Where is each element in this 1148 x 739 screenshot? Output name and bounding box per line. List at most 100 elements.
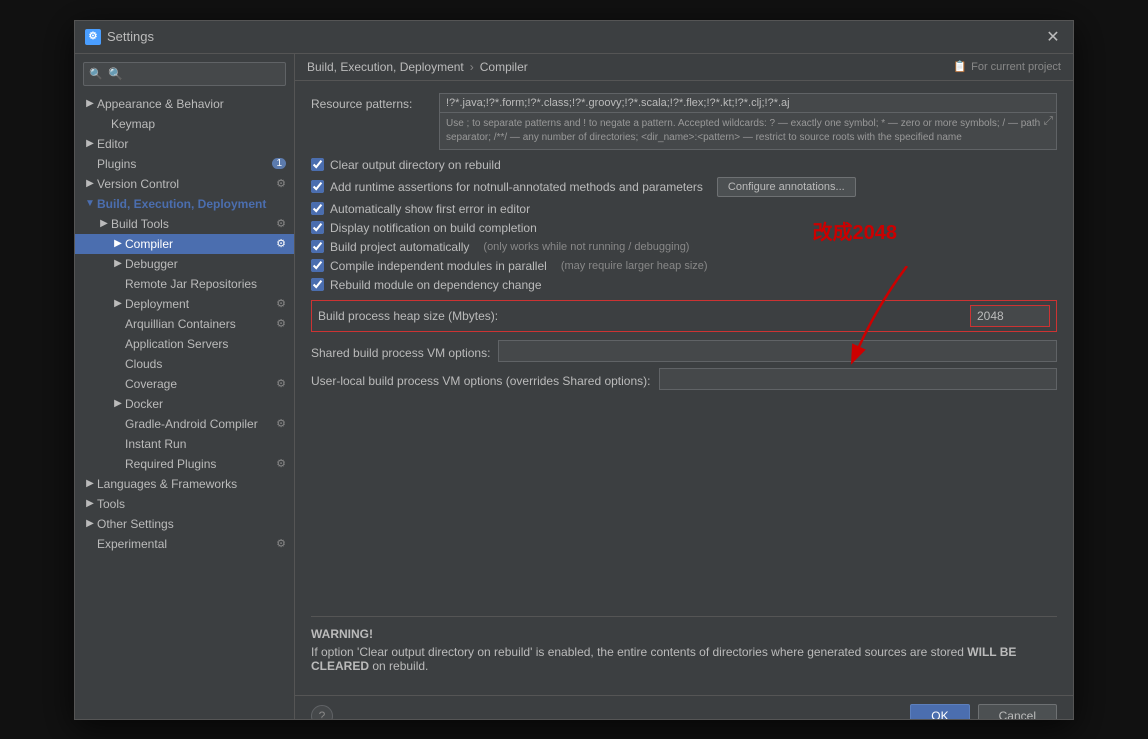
- checkbox-build-auto-input[interactable]: [311, 240, 324, 253]
- expand-arrow-app-servers: [111, 337, 125, 351]
- sidebar: 🔍 ▶ Appearance & Behavior Keymap ▶ Edito…: [75, 54, 295, 719]
- sidebar-item-app-servers[interactable]: Application Servers: [75, 334, 294, 354]
- sidebar-item-editor[interactable]: ▶ Editor: [75, 134, 294, 154]
- checkbox-add-runtime-input[interactable]: [311, 180, 324, 193]
- breadcrumb-separator: ›: [470, 60, 474, 74]
- expand-arrow-tools: ▶: [83, 497, 97, 511]
- annotation-area: 改成2048: [311, 396, 1057, 456]
- resource-patterns-label: Resource patterns:: [311, 93, 431, 111]
- sidebar-item-keymap[interactable]: Keymap: [75, 114, 294, 134]
- sidebar-item-coverage[interactable]: Coverage ⚙: [75, 374, 294, 394]
- sidebar-item-label: Required Plugins: [125, 457, 216, 471]
- resource-patterns-input[interactable]: [439, 93, 1057, 113]
- settings-icon: ⚙: [85, 29, 101, 45]
- search-icon: 🔍: [89, 67, 103, 80]
- expand-arrow-build-tools: ▶: [97, 217, 111, 231]
- sidebar-item-other-settings[interactable]: ▶ Other Settings: [75, 514, 294, 534]
- sidebar-item-docker[interactable]: ▶ Docker: [75, 394, 294, 414]
- warning-title: WARNING!: [311, 627, 1057, 641]
- heap-size-input[interactable]: [970, 305, 1050, 327]
- warning-bold: WILL BE CLEARED: [311, 645, 1016, 673]
- sidebar-item-deployment[interactable]: ▶ Deployment ⚙: [75, 294, 294, 314]
- checkbox-parallel-input[interactable]: [311, 259, 324, 272]
- settings-icon-vc: ⚙: [276, 177, 286, 190]
- checkbox-clear-output: Clear output directory on rebuild: [311, 158, 1057, 172]
- expand-arrow-appearance: ▶: [83, 97, 97, 111]
- sidebar-item-compiler[interactable]: ▶ Compiler ⚙: [75, 234, 294, 254]
- sidebar-item-clouds[interactable]: Clouds: [75, 354, 294, 374]
- checkbox-clear-output-input[interactable]: [311, 158, 324, 171]
- checkbox-clear-output-label: Clear output directory on rebuild: [330, 158, 501, 172]
- dialog-titlebar: ⚙ Settings ✕: [75, 21, 1073, 54]
- settings-content: Resource patterns: ⤢ Use ; to separate p…: [295, 81, 1073, 695]
- sidebar-item-build-execution[interactable]: ▼ Build, Execution, Deployment: [75, 194, 294, 214]
- checkbox-auto-show: Automatically show first error in editor: [311, 202, 1057, 216]
- sidebar-item-build-tools[interactable]: ▶ Build Tools ⚙: [75, 214, 294, 234]
- configure-annotations-button[interactable]: Configure annotations...: [717, 177, 856, 197]
- sidebar-item-remote-jar[interactable]: Remote Jar Repositories: [75, 274, 294, 294]
- user-vm-row: User-local build process VM options (ove…: [311, 368, 1057, 390]
- checkbox-auto-show-input[interactable]: [311, 202, 324, 215]
- warning-text: If option 'Clear output directory on reb…: [311, 645, 1057, 673]
- checkbox-build-auto-hint: (only works while not running / debuggin…: [483, 241, 689, 253]
- close-button[interactable]: ✕: [1043, 27, 1063, 47]
- checkbox-rebuild-dep-input[interactable]: [311, 278, 324, 291]
- expand-icon[interactable]: ⤢: [1043, 114, 1053, 129]
- settings-icon-gradle: ⚙: [276, 417, 286, 430]
- checkbox-rebuild-dep: Rebuild module on dependency change: [311, 278, 1057, 292]
- shared-vm-input[interactable]: [498, 340, 1057, 362]
- sidebar-item-instant-run[interactable]: Instant Run: [75, 434, 294, 454]
- sidebar-item-required-plugins[interactable]: Required Plugins ⚙: [75, 454, 294, 474]
- sidebar-item-version-control[interactable]: ▶ Version Control ⚙: [75, 174, 294, 194]
- checkbox-add-runtime: Add runtime assertions for notnull-annot…: [311, 177, 1057, 197]
- checkbox-parallel: Compile independent modules in parallel …: [311, 259, 1057, 273]
- settings-area: Resource patterns: ⤢ Use ; to separate p…: [295, 81, 1073, 695]
- sidebar-item-plugins[interactable]: Plugins 1: [75, 154, 294, 174]
- sidebar-item-tools[interactable]: ▶ Tools: [75, 494, 294, 514]
- settings-icon-experimental: ⚙: [276, 537, 286, 550]
- sidebar-item-label: Appearance & Behavior: [97, 97, 224, 111]
- sidebar-item-label: Experimental: [97, 537, 167, 551]
- sidebar-item-experimental[interactable]: Experimental ⚙: [75, 534, 294, 554]
- settings-icon-coverage: ⚙: [276, 377, 286, 390]
- sidebar-item-label: Version Control: [97, 177, 179, 191]
- expand-arrow-plugins: [83, 157, 97, 171]
- settings-icon-build-tools: ⚙: [276, 217, 286, 230]
- search-input[interactable]: [83, 62, 286, 86]
- project-icon: 📋: [953, 60, 967, 73]
- help-button[interactable]: ?: [311, 705, 333, 719]
- checkbox-notification-label: Display notification on build completion: [330, 221, 537, 235]
- resource-patterns-help: Use ; to separate patterns and ! to nega…: [439, 113, 1057, 150]
- dialog-backdrop: ⚙ Settings ✕ 🔍 ▶ Appearance & Behavior K: [0, 0, 1148, 739]
- settings-icon-deployment: ⚙: [276, 297, 286, 310]
- sidebar-item-label: Plugins: [97, 157, 136, 171]
- sidebar-item-label: Instant Run: [125, 437, 186, 451]
- expand-arrow-clouds: [111, 357, 125, 371]
- expand-arrow-arquillian: [111, 317, 125, 331]
- sidebar-item-appearance[interactable]: ▶ Appearance & Behavior: [75, 94, 294, 114]
- dialog-footer: ? OK Cancel: [295, 695, 1073, 719]
- sidebar-item-label: Deployment: [125, 297, 189, 311]
- sidebar-item-label: Application Servers: [125, 337, 228, 351]
- search-box[interactable]: 🔍: [83, 62, 286, 86]
- checkbox-notification-input[interactable]: [311, 221, 324, 234]
- sidebar-item-arquillian[interactable]: Arquillian Containers ⚙: [75, 314, 294, 334]
- shared-vm-label: Shared build process VM options:: [311, 342, 490, 360]
- sidebar-item-languages[interactable]: ▶ Languages & Frameworks: [75, 474, 294, 494]
- sidebar-item-gradle-android[interactable]: Gradle-Android Compiler ⚙: [75, 414, 294, 434]
- sidebar-item-debugger[interactable]: ▶ Debugger: [75, 254, 294, 274]
- dialog-title: Settings: [107, 29, 1043, 44]
- user-vm-input[interactable]: [659, 368, 1058, 390]
- settings-icon-required: ⚙: [276, 457, 286, 470]
- expand-arrow-build: ▼: [83, 197, 97, 211]
- annotation-text: 改成2048: [813, 216, 898, 245]
- checkbox-parallel-label: Compile independent modules in parallel: [330, 259, 547, 273]
- expand-arrow-required: [111, 457, 125, 471]
- breadcrumb-part1: Build, Execution, Deployment: [307, 60, 464, 74]
- ok-button[interactable]: OK: [910, 704, 969, 719]
- expand-arrow-gradle: [111, 417, 125, 431]
- breadcrumb-bar: Build, Execution, Deployment › Compiler …: [295, 54, 1073, 81]
- settings-icon-arquillian: ⚙: [276, 317, 286, 330]
- cancel-button[interactable]: Cancel: [978, 704, 1057, 719]
- breadcrumb-part2: Compiler: [480, 60, 528, 74]
